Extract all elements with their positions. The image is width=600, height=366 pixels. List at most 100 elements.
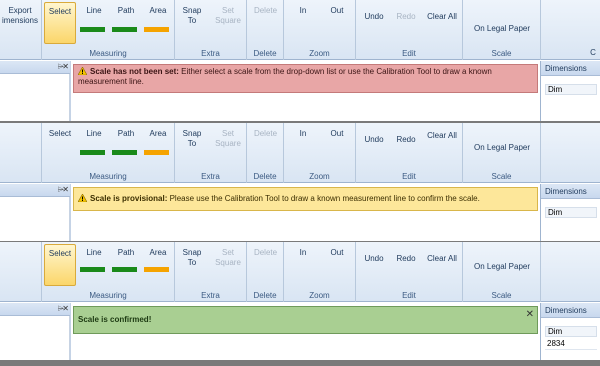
dimensions-header: Dimensions: [541, 184, 600, 199]
delete-button[interactable]: Delete: [249, 248, 282, 258]
close-message-icon[interactable]: ✕: [526, 310, 534, 320]
measuring-group: Select Line Path Area Measuring: [41, 0, 175, 60]
ribbon: Export imensions Select Line Path Area M…: [0, 0, 600, 60]
close-icon[interactable]: ✕: [62, 62, 69, 71]
zoom-group-label: Zoom: [309, 172, 330, 181]
scale-warning-message: Scale is provisional: Please use the Cal…: [73, 187, 538, 211]
snap-to-button[interactable]: Snap To: [177, 129, 207, 149]
zoom-out-button[interactable]: Out: [322, 6, 352, 16]
line-button[interactable]: Line: [80, 129, 108, 139]
scale-success-message: Scale is confirmed! ✕: [73, 306, 538, 334]
scale-group: On Legal Paper Scale: [463, 0, 541, 60]
scale-error-message: Scale has not been set: Either select a …: [73, 64, 538, 93]
clear-all-button[interactable]: Clear All: [422, 12, 462, 22]
extra-group: Snap To Set Square Extra: [175, 0, 247, 60]
line-color-bar: [80, 267, 105, 272]
dimensions-panel: Dimensions Dim: [540, 61, 600, 121]
delete-button[interactable]: Delete: [249, 6, 282, 16]
select-button[interactable]: Select: [44, 129, 76, 139]
zoom-in-button[interactable]: In: [288, 6, 318, 16]
path-button[interactable]: Path: [112, 248, 140, 258]
scale-dropdown[interactable]: On Legal Paper: [465, 143, 539, 153]
extra-group: Snap To Set Square Extra: [175, 242, 247, 302]
delete-group: Delete Delete: [247, 0, 284, 60]
dimensions-header: Dimensions: [541, 61, 600, 76]
dimensions-header: Dimensions: [541, 303, 600, 318]
snap-to-button[interactable]: Snap To: [177, 6, 207, 26]
clear-all-button[interactable]: Clear All: [422, 131, 462, 141]
zoom-in-button[interactable]: In: [288, 248, 318, 258]
scale-dropdown[interactable]: On Legal Paper: [465, 24, 539, 34]
set-square-button[interactable]: Set Square: [211, 129, 245, 149]
path-color-bar: [112, 27, 137, 32]
left-pane: ⌲ ✕: [0, 303, 70, 360]
delete-group-label: Delete: [253, 172, 277, 181]
zoom-group-label: Zoom: [309, 49, 330, 58]
close-icon[interactable]: ✕: [62, 304, 69, 313]
edit-group-label: Edit: [402, 172, 416, 181]
redo-button[interactable]: Redo: [391, 254, 421, 264]
edit-group-label: Edit: [402, 291, 416, 300]
scale-group-label: Scale: [491, 172, 512, 181]
dimensions-panel: Dimensions Dim 2834: [540, 303, 600, 360]
area-button[interactable]: Area: [144, 248, 172, 258]
line-button[interactable]: Line: [80, 248, 108, 258]
dim-column-header: Dim: [545, 207, 597, 218]
scale-dropdown[interactable]: On Legal Paper: [465, 262, 539, 272]
dimensions-panel: Dimensions Dim: [540, 184, 600, 241]
message-text: Please use the Calibration Tool to draw …: [167, 194, 480, 203]
drawing-area[interactable]: Scale has not been set: Either select a …: [70, 61, 540, 121]
close-icon[interactable]: ✕: [62, 185, 69, 194]
edit-group: Undo Redo Clear All Edit: [356, 123, 463, 183]
zoom-in-button[interactable]: In: [288, 129, 318, 139]
scale-group-label: Scale: [491, 291, 512, 300]
zoom-group: In Out Zoom: [284, 123, 356, 183]
message-title: Scale has not been set:: [90, 67, 179, 76]
drawing-area[interactable]: Scale is provisional: Please use the Cal…: [70, 184, 540, 241]
select-button[interactable]: Select: [44, 2, 76, 44]
dim-value-cell[interactable]: 2834: [545, 339, 597, 350]
left-pane-header: ⌲ ✕: [0, 184, 70, 197]
set-square-button[interactable]: Set Square: [211, 248, 245, 268]
area-button[interactable]: Area: [144, 129, 172, 139]
select-button[interactable]: Select: [44, 244, 76, 286]
delete-button[interactable]: Delete: [249, 129, 282, 139]
set-square-button[interactable]: Set Square: [211, 6, 245, 26]
zoom-out-button[interactable]: Out: [322, 129, 352, 139]
path-button[interactable]: Path: [112, 129, 140, 139]
clear-all-button[interactable]: Clear All: [422, 254, 462, 264]
export-dimensions-button[interactable]: Export imensions: [0, 6, 40, 26]
extra-group-label: Extra: [201, 172, 220, 181]
extra-group: Snap To Set Square Extra: [175, 123, 247, 183]
scale-group: On Legal Paper Scale: [463, 242, 541, 302]
edit-group: Undo Redo Clear All Edit: [356, 0, 463, 60]
undo-button[interactable]: Undo: [359, 135, 389, 145]
delete-group: Delete Delete: [247, 123, 284, 183]
left-pane-header: ⌲ ✕: [0, 61, 70, 74]
ribbon: Select Line Path Area Measuring Snap To S…: [0, 123, 600, 183]
extra-group-label: Extra: [201, 291, 220, 300]
line-button[interactable]: Line: [80, 6, 108, 16]
panel-state-not-set: Export imensions Select Line Path Area M…: [0, 0, 600, 121]
area-button[interactable]: Area: [144, 6, 172, 16]
dim-column-header: Dim: [545, 84, 597, 95]
message-title: Scale is confirmed!: [78, 315, 152, 324]
warning-icon: [77, 193, 88, 203]
delete-group: Delete Delete: [247, 242, 284, 302]
zoom-out-button[interactable]: Out: [322, 248, 352, 258]
drawing-area[interactable]: Scale is confirmed! ✕: [70, 303, 540, 360]
path-color-bar: [112, 150, 137, 155]
path-button[interactable]: Path: [112, 6, 140, 16]
undo-button[interactable]: Undo: [359, 12, 389, 22]
edit-group: Undo Redo Clear All Edit: [356, 242, 463, 302]
redo-button[interactable]: Redo: [391, 12, 421, 22]
snap-to-button[interactable]: Snap To: [177, 248, 207, 268]
undo-button[interactable]: Undo: [359, 254, 389, 264]
truncated-group-label: C: [590, 48, 596, 57]
delete-group-label: Delete: [253, 49, 277, 58]
left-pane: ⌲ ✕: [0, 184, 70, 241]
panel-state-confirmed: Select Line Path Area Measuring Snap To S…: [0, 242, 600, 360]
area-color-bar: [144, 267, 169, 272]
redo-button[interactable]: Redo: [391, 135, 421, 145]
edit-group-label: Edit: [402, 49, 416, 58]
